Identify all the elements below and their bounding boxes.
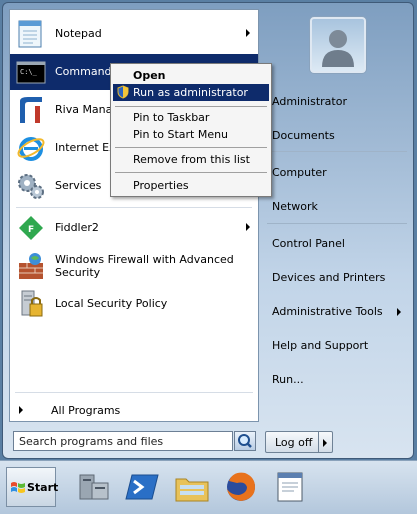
divider [267, 223, 407, 224]
taskbar-notepad[interactable] [270, 467, 310, 507]
taskbar-powershell[interactable] [122, 467, 162, 507]
program-label: Notepad [55, 27, 102, 40]
program-label: Windows Firewall with Advanced Security [55, 253, 234, 279]
place-administrator[interactable]: Administrator [261, 89, 411, 115]
start-button[interactable]: Start [6, 467, 59, 507]
firefox-icon [227, 472, 255, 501]
riva-manager-icon [20, 97, 42, 123]
place-run[interactable]: Run... [261, 367, 411, 393]
context-menu: Open Run as administrator Pin to Taskbar… [110, 63, 272, 197]
services-gears-icon [18, 174, 44, 199]
program-fiddler2[interactable]: F Fiddler2 [10, 210, 258, 246]
place-network[interactable]: Network [261, 194, 411, 220]
logoff-button[interactable]: Log off [265, 431, 319, 453]
place-label: Documents [272, 129, 335, 142]
place-label: Network [272, 200, 318, 213]
taskbar-windows-explorer[interactable] [172, 467, 212, 507]
ctx-label: Properties [133, 179, 189, 192]
ctx-label: Open [133, 69, 166, 82]
place-help-and-support[interactable]: Help and Support [261, 333, 411, 359]
program-notepad[interactable]: Notepad [10, 16, 258, 52]
chevron-right-icon [323, 439, 327, 447]
submenu-arrow-icon[interactable] [246, 223, 250, 231]
divider [115, 172, 267, 173]
search-placeholder: Search programs and files [19, 435, 164, 448]
svg-text:F: F [28, 225, 34, 235]
notepad-icon [18, 20, 42, 48]
program-windows-firewall[interactable]: Windows Firewall with Advanced Security [10, 248, 258, 284]
ctx-label: Run as administrator [133, 86, 248, 99]
place-computer[interactable]: Computer [261, 160, 411, 186]
internet-explorer-icon [17, 137, 45, 161]
uac-shield-icon [117, 85, 129, 99]
divider [16, 207, 252, 208]
search-icon [238, 434, 252, 448]
firewall-icon [19, 253, 43, 279]
windows-logo-icon [11, 482, 25, 493]
ctx-label: Pin to Start Menu [133, 128, 229, 141]
place-label: Devices and Printers [272, 271, 386, 284]
place-label: Run... [272, 373, 304, 386]
command-prompt-icon: C:\_ [16, 61, 46, 84]
ctx-pin-to-start-menu[interactable]: Pin to Start Menu [113, 126, 269, 143]
search-input[interactable]: Search programs and files [13, 431, 233, 451]
divider [15, 392, 253, 393]
place-label: Control Panel [272, 237, 345, 250]
taskbar: Start [0, 460, 417, 514]
fiddler-icon: F [19, 216, 43, 240]
all-programs-button[interactable]: All Programs [9, 401, 257, 421]
program-label: Local Security Policy [55, 297, 168, 310]
ctx-label: Remove from this list [133, 153, 250, 166]
place-devices-and-printers[interactable]: Devices and Printers [261, 265, 411, 291]
ctx-open[interactable]: Open [113, 67, 269, 84]
security-policy-icon [21, 290, 43, 317]
program-label: Services [55, 179, 102, 192]
notepad-window-icon [277, 472, 303, 502]
explorer-folder-icon [175, 478, 209, 502]
search-button[interactable] [234, 431, 256, 451]
start-label: Start [27, 481, 59, 494]
place-label: Computer [272, 166, 327, 179]
place-control-panel[interactable]: Control Panel [261, 231, 411, 257]
place-label: Help and Support [272, 339, 369, 352]
place-label: Administrative Tools [272, 305, 383, 318]
submenu-arrow-icon[interactable] [246, 29, 250, 37]
place-documents[interactable]: Documents [261, 123, 411, 149]
server-manager-icon [79, 474, 109, 500]
place-administrative-tools[interactable]: Administrative Tools [261, 299, 411, 325]
ctx-remove-from-list[interactable]: Remove from this list [113, 151, 269, 168]
powershell-icon [125, 474, 159, 500]
program-local-security-policy[interactable]: Local Security Policy [10, 286, 258, 322]
expand-arrow-icon [19, 406, 23, 414]
ctx-label: Pin to Taskbar [133, 111, 210, 124]
divider [115, 106, 267, 107]
shutdown-options-button[interactable] [319, 431, 333, 453]
ctx-pin-to-taskbar[interactable]: Pin to Taskbar [113, 109, 269, 126]
ctx-properties[interactable]: Properties [113, 177, 269, 194]
divider [267, 151, 407, 152]
submenu-arrow-icon[interactable] [397, 308, 401, 316]
place-label: Administrator [272, 95, 347, 108]
places-panel: Administrator Documents Computer Network… [261, 9, 411, 422]
taskbar-firefox[interactable] [221, 467, 261, 507]
taskbar-server-manager[interactable] [74, 467, 114, 507]
all-programs-label: All Programs [51, 404, 121, 417]
program-label: Fiddler2 [55, 221, 99, 234]
logoff-label: Log off [275, 436, 313, 449]
ctx-run-as-administrator[interactable]: Run as administrator [113, 84, 269, 101]
divider [115, 147, 267, 148]
svg-text:C:\_: C:\_ [20, 68, 38, 76]
